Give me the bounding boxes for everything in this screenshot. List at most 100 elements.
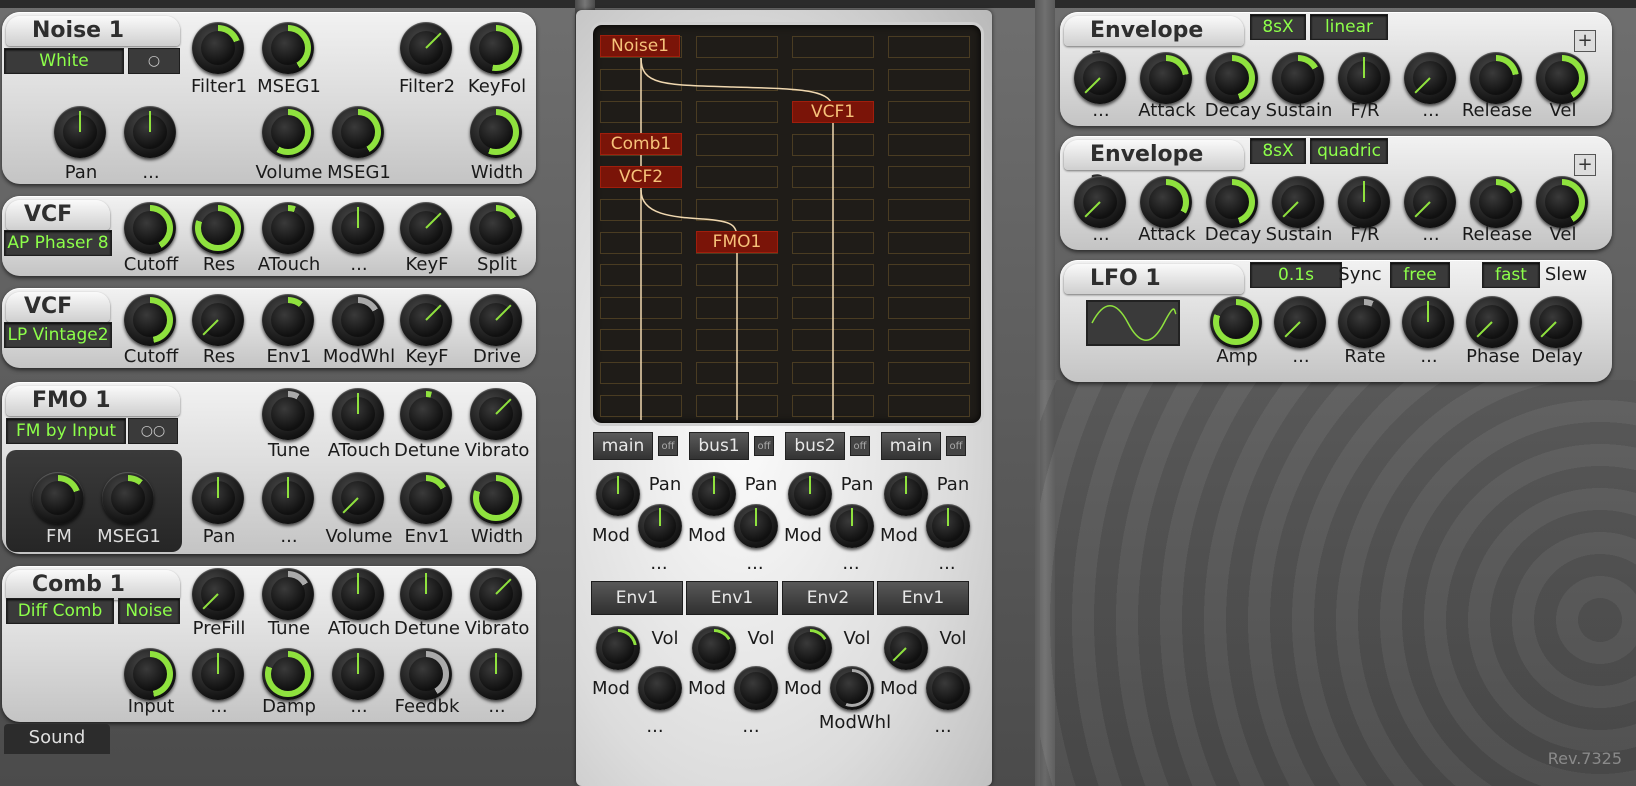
comb-input-select[interactable]: Noise (118, 598, 180, 624)
bus4-env-select[interactable]: Env1 (877, 581, 969, 615)
env1-release-knob[interactable] (1470, 52, 1522, 104)
comb-tune-knob[interactable] (262, 568, 314, 620)
lfo-knob-2[interactable] (1274, 296, 1326, 348)
lfo-time-display[interactable]: 0.1s (1250, 262, 1342, 288)
module-fmo1[interactable]: FMO1 (696, 231, 778, 253)
fmo-width-knob[interactable] (470, 472, 522, 524)
vcf1-atouch-knob[interactable] (262, 202, 314, 254)
vcf1-split-knob[interactable] (470, 202, 522, 254)
vcf1-type-select[interactable]: AP Phaser 8 (4, 230, 112, 256)
fmo-volume-knob[interactable] (332, 472, 384, 524)
envelope2-mode-select[interactable]: 8sX (1250, 138, 1306, 164)
lfo-knob-4[interactable] (1402, 296, 1454, 348)
fmo-detune-knob[interactable] (400, 388, 452, 440)
bus3-env-select[interactable]: Env2 (782, 581, 874, 615)
comb-feedbk-knob[interactable] (400, 648, 452, 700)
vcf1-cutoff-knob[interactable] (124, 202, 176, 254)
lfo-waveform-select[interactable] (1086, 300, 1180, 346)
envelope2-curve-select[interactable]: quadric (1310, 138, 1388, 164)
env2-knob-6[interactable] (1404, 176, 1456, 228)
vcf2-drive-knob[interactable] (470, 294, 522, 346)
comb-detune-knob[interactable] (400, 568, 452, 620)
fmo-atouch-knob[interactable] (332, 388, 384, 440)
fmo-env1-knob[interactable] (400, 472, 452, 524)
keyfol-knob[interactable] (470, 22, 522, 74)
bus-select-3[interactable]: bus2 (785, 432, 845, 460)
vcf2-modwhl-knob[interactable] (332, 294, 384, 346)
volume-knob[interactable] (262, 106, 314, 158)
env2-release-knob[interactable] (1470, 176, 1522, 228)
fmo-mseg1-knob[interactable] (102, 472, 154, 524)
comb-damp-knob[interactable] (262, 648, 314, 700)
envelope1-mode-select[interactable]: 8sX (1250, 14, 1306, 40)
env2-vel-knob[interactable] (1536, 176, 1588, 228)
lfo-phase-knob[interactable] (1466, 296, 1518, 348)
fmo-tune-knob[interactable] (262, 388, 314, 440)
envelope1-curve-select[interactable]: linear (1310, 14, 1388, 40)
filter1-knob[interactable] (192, 22, 244, 74)
vcf2-res-knob[interactable] (192, 294, 244, 346)
noise-type-select[interactable]: White (4, 48, 124, 74)
envelope2-add-button[interactable]: + (1574, 154, 1596, 176)
fmo-toggle-button[interactable]: ○○ (128, 418, 178, 444)
bus-off-4[interactable]: off (946, 436, 966, 456)
lfo-amp-knob[interactable] (1210, 296, 1262, 348)
env1-vel-knob[interactable] (1536, 52, 1588, 104)
lfo-rate-knob[interactable] (1338, 296, 1390, 348)
fmo-pan-knob[interactable] (192, 472, 244, 524)
vcf1-extra-knob[interactable] (332, 202, 384, 254)
module-comb1[interactable]: Comb1 (600, 133, 682, 155)
envelope1-add-button[interactable]: + (1574, 30, 1596, 52)
env1-decay-knob[interactable] (1206, 52, 1258, 104)
mseg1-2-knob[interactable] (332, 106, 384, 158)
lfo-sync-select[interactable]: free (1390, 262, 1450, 288)
module-vcf1[interactable]: VCF1 (792, 101, 874, 123)
vcf2-type-select[interactable]: LP Vintage2 (4, 322, 112, 348)
comb-extra3-knob[interactable] (470, 648, 522, 700)
fmo-type-select[interactable]: FM by Input (6, 418, 126, 444)
vcf1-keyf-knob[interactable] (400, 202, 452, 254)
pan-knob[interactable] (54, 106, 106, 158)
noise-extra-knob[interactable] (124, 106, 176, 158)
fmo-extra-knob[interactable] (262, 472, 314, 524)
bus4-mod2-knob[interactable] (926, 666, 970, 710)
comb-input-knob[interactable] (124, 648, 176, 700)
lfo-slew-select[interactable]: fast (1482, 262, 1540, 288)
env1-attack-knob[interactable] (1140, 52, 1192, 104)
env1-sustain-knob[interactable] (1272, 52, 1324, 104)
env1-knob-1[interactable] (1074, 52, 1126, 104)
sound-tab[interactable]: Sound (4, 724, 110, 754)
module-vcf2[interactable]: VCF2 (600, 166, 682, 188)
vcf2-cutoff-knob[interactable] (124, 294, 176, 346)
comb-prefill-knob[interactable] (192, 568, 244, 620)
env1-fr-knob[interactable] (1338, 52, 1390, 104)
mseg1-knob[interactable] (262, 22, 314, 74)
bus-off-3[interactable]: off (850, 436, 870, 456)
width-knob[interactable] (470, 106, 522, 158)
bus1-env-select[interactable]: Env1 (591, 581, 683, 615)
comb-extra2-knob[interactable] (332, 648, 384, 700)
env2-fr-knob[interactable] (1338, 176, 1390, 228)
routing-matrix[interactable]: Noise1 VCF1 Comb1 VCF2 FMO1 (590, 22, 984, 426)
vcf1-res-knob[interactable] (192, 202, 244, 254)
bus-select-4[interactable]: main (881, 432, 941, 460)
env2-decay-knob[interactable] (1206, 176, 1258, 228)
lfo-delay-knob[interactable] (1530, 296, 1582, 348)
bus4-mod-knob[interactable] (926, 504, 970, 548)
noise-toggle-button[interactable]: ○ (128, 48, 180, 74)
comb-atouch-knob[interactable] (332, 568, 384, 620)
bus2-env-select[interactable]: Env1 (686, 581, 778, 615)
comb-extra1-knob[interactable] (192, 648, 244, 700)
bus-off-1[interactable]: off (658, 436, 678, 456)
comb-type-select[interactable]: Diff Comb (6, 598, 114, 624)
filter2-knob[interactable] (400, 22, 452, 74)
fmo-fm-knob[interactable] (32, 472, 84, 524)
fmo-vibrato-knob[interactable] (470, 388, 522, 440)
env2-attack-knob[interactable] (1140, 176, 1192, 228)
bus-select-1[interactable]: main (593, 432, 653, 460)
bus-off-2[interactable]: off (754, 436, 774, 456)
bus-select-2[interactable]: bus1 (689, 432, 749, 460)
comb-vibrato-knob[interactable] (470, 568, 522, 620)
vcf2-keyf-knob[interactable] (400, 294, 452, 346)
env2-knob-1[interactable] (1074, 176, 1126, 228)
